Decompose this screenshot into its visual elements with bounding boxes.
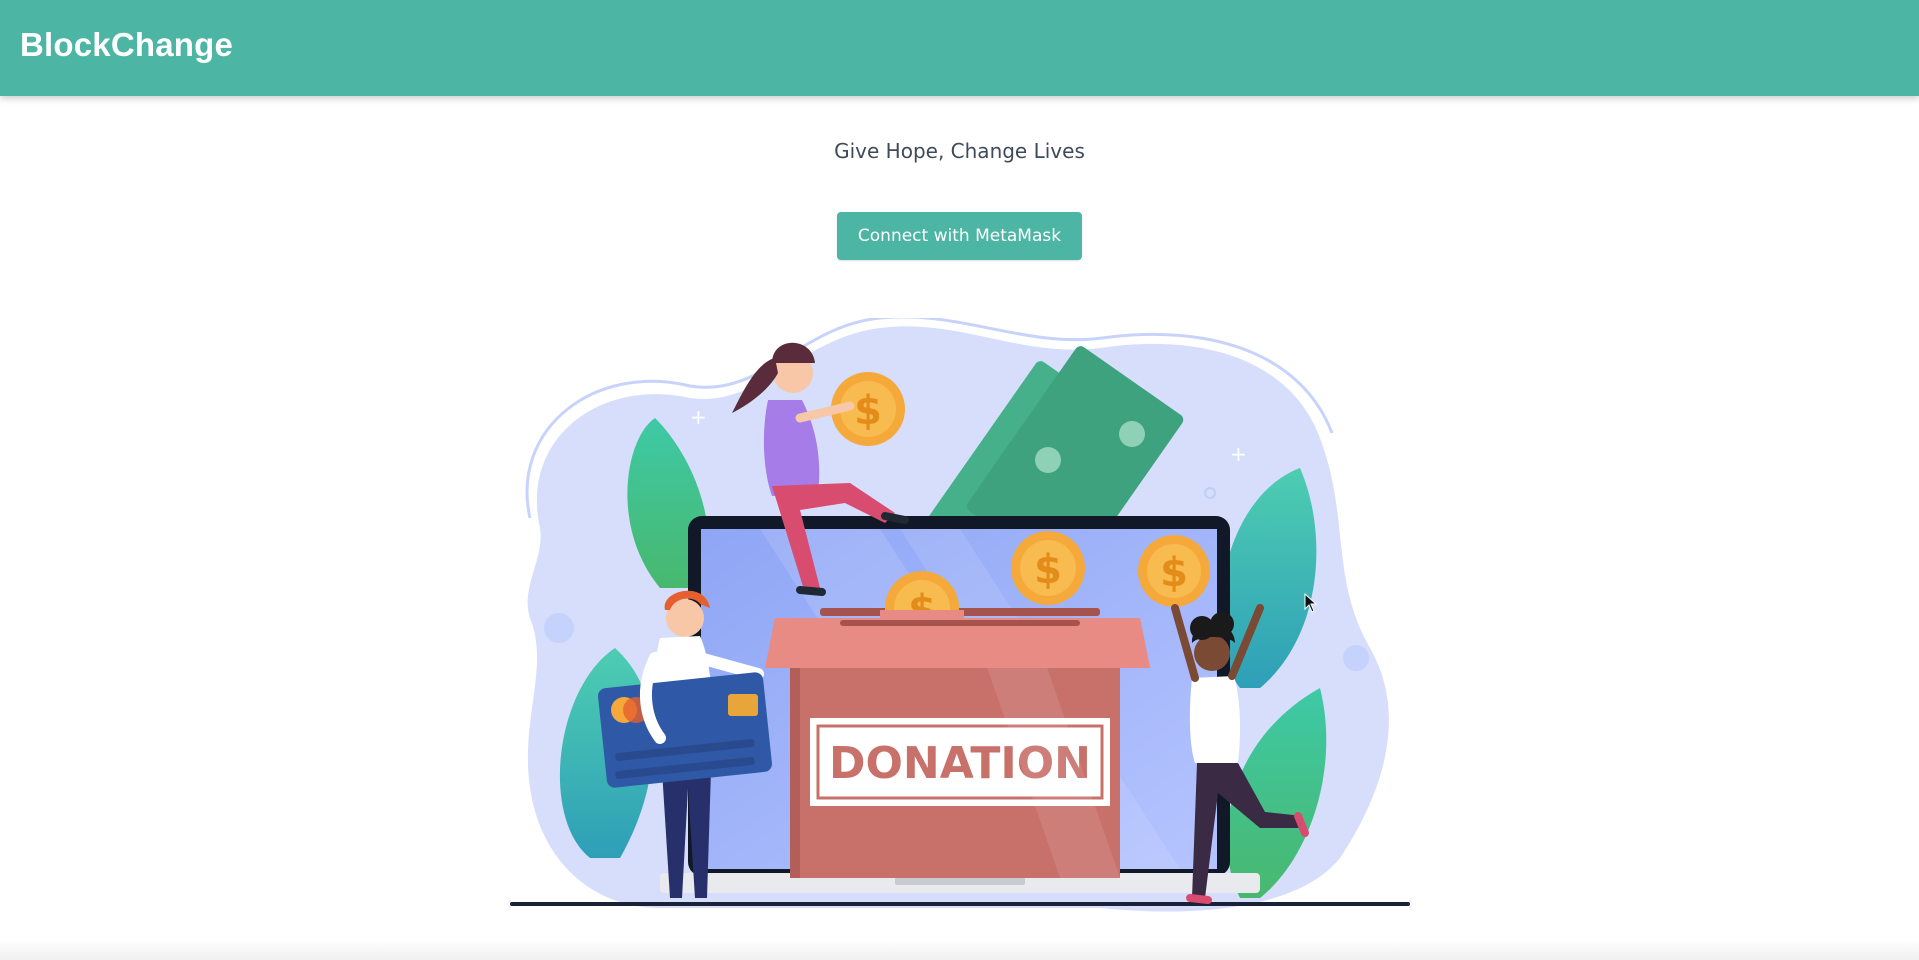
hero-tagline: Give Hope, Change Lives bbox=[834, 139, 1085, 163]
decor-plus: + bbox=[1230, 442, 1247, 466]
coin-floating: $ bbox=[1011, 531, 1085, 605]
connect-metamask-button[interactable]: Connect with MetaMask bbox=[837, 212, 1082, 260]
brand-logo-text[interactable]: BlockChange bbox=[20, 26, 233, 64]
svg-text:$: $ bbox=[1160, 550, 1188, 596]
mouse-cursor-icon bbox=[1304, 593, 1318, 613]
top-app-bar: BlockChange bbox=[0, 0, 1919, 96]
coin-held-right: $ bbox=[1138, 535, 1210, 607]
decor-circle bbox=[544, 613, 574, 643]
bottom-fade bbox=[0, 940, 1919, 960]
decor-plus: + bbox=[690, 405, 707, 429]
svg-text:$: $ bbox=[1034, 547, 1062, 593]
donation-illustration: + + DONATION $ $ $ bbox=[510, 318, 1410, 912]
credit-card bbox=[598, 672, 772, 788]
decor-circle bbox=[1343, 645, 1369, 671]
svg-text:$: $ bbox=[854, 388, 882, 434]
